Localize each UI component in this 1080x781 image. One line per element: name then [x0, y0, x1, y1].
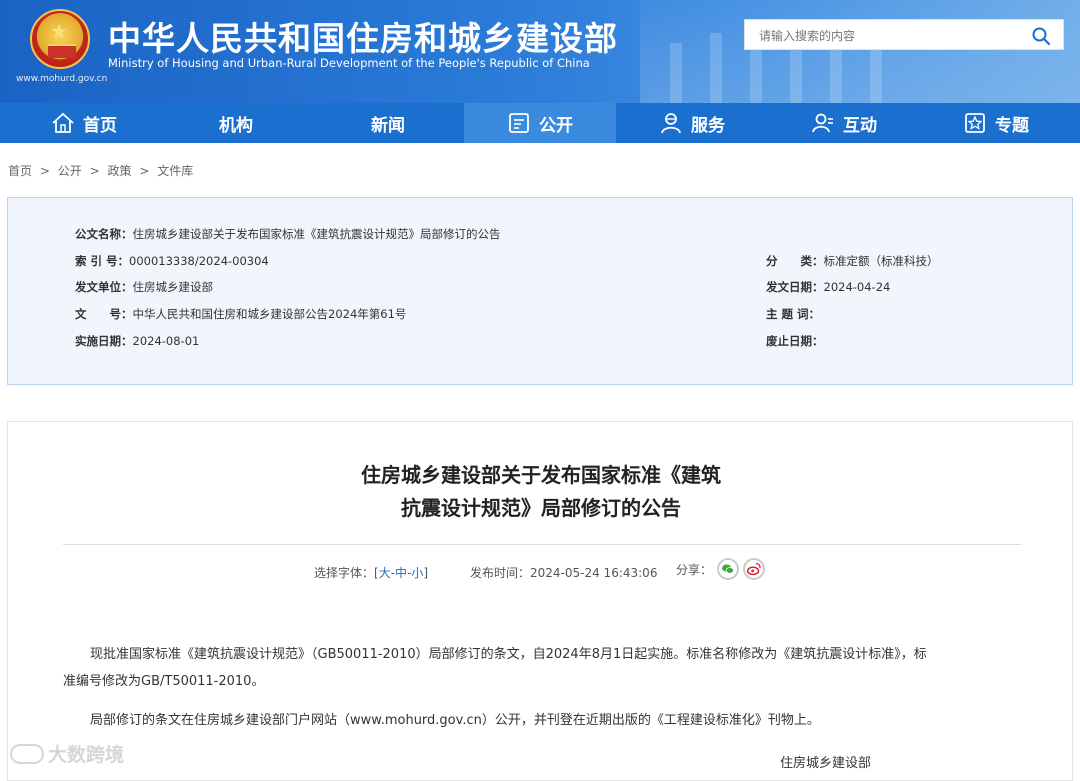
- service-icon: [661, 113, 681, 134]
- nav-item-institutions[interactable]: 机构: [160, 103, 312, 143]
- font-size-label: 选择字体：[: [314, 566, 379, 580]
- font-size-selector: 选择字体：[大-中-小]: [314, 564, 428, 581]
- wechat-share-icon[interactable]: [717, 558, 739, 580]
- info-label: 主 题 词：: [766, 307, 821, 321]
- info-issue-date: 发文日期：2024-04-24: [766, 279, 890, 295]
- watermark: 大数跨境: [10, 740, 124, 767]
- paragraph-line: 现批准国家标准《建筑抗震设计规范》（GB50011-2010）局部修订的条文，自…: [90, 647, 927, 662]
- nav-item-news[interactable]: 新闻: [312, 103, 464, 143]
- font-size-close: ]: [423, 566, 429, 580]
- nav-label: 互动: [843, 115, 877, 136]
- info-repeal-date: 废止日期：: [766, 333, 824, 349]
- publish-time: 发布时间：2024-05-24 16:43:06: [470, 566, 658, 580]
- article-paragraph-1-continued: 准编号修改为GB/T50011-2010。: [63, 668, 1023, 695]
- info-doc-name: 公文名称：住房城乡建设部关于发布国家标准《建筑抗震设计规范》局部修订的公告: [75, 226, 501, 242]
- nav-label: 专题: [995, 115, 1029, 136]
- home-icon: [52, 112, 74, 133]
- watermark-logo-icon: [10, 744, 44, 764]
- info-label: 实施日期：: [75, 334, 133, 348]
- breadcrumb-separator: >: [89, 164, 100, 178]
- user-icon: [812, 113, 833, 133]
- star-icon: [965, 113, 985, 133]
- info-value: 标准定额（标准科技）: [823, 254, 939, 268]
- national-emblem-logo[interactable]: ★: [30, 9, 90, 69]
- main-nav: 首页 机构 新闻 公开 服务 互动 专题: [0, 103, 1080, 143]
- site-url: www.mohurd.gov.cn: [16, 74, 108, 84]
- info-index: 索 引 号：000013338/2024-00304: [75, 253, 269, 269]
- header-background-building: [640, 0, 1080, 103]
- info-issuer: 发文单位：住房城乡建设部: [75, 279, 213, 295]
- document-info-box: 公文名称：住房城乡建设部关于发布国家标准《建筑抗震设计规范》局部修订的公告 索 …: [7, 197, 1073, 385]
- nav-item-topics[interactable]: 专题: [920, 103, 1072, 143]
- info-effective-date: 实施日期：2024-08-01: [75, 333, 199, 349]
- site-title[interactable]: 中华人民共和国住房和城乡建设部: [108, 12, 618, 60]
- font-size-small-link[interactable]: 小: [411, 566, 423, 580]
- search-input[interactable]: 请输入搜索的内容: [759, 27, 855, 44]
- nav-item-service[interactable]: 服务: [616, 103, 768, 143]
- info-doc-no: 文 号：中华人民共和国住房和城乡建设部公告2024年第61号: [75, 306, 406, 322]
- nav-label: 公开: [539, 115, 573, 136]
- article-paragraph-2: 局部修订的条文在住房城乡建设部门户网站（www.mohurd.gov.cn）公开…: [90, 713, 820, 728]
- document-icon: [509, 113, 529, 133]
- info-value: 2024-08-01: [132, 334, 200, 348]
- search-icon[interactable]: [1031, 26, 1051, 46]
- info-value: 住房城乡建设部关于发布国家标准《建筑抗震设计规范》局部修订的公告: [132, 227, 501, 241]
- info-label: 发文日期：: [766, 280, 824, 294]
- breadcrumb-policy[interactable]: 政策: [107, 164, 131, 178]
- info-label: 文 号：: [75, 307, 133, 321]
- info-label: 索 引 号：: [75, 254, 130, 268]
- weibo-share-icon[interactable]: [743, 558, 765, 580]
- nav-item-interaction[interactable]: 互动: [768, 103, 920, 143]
- paragraph-line: 准编号修改为GB/T50011-2010。: [63, 674, 265, 689]
- article-title-line1: 住房城乡建设部关于发布国家标准《建筑: [361, 463, 721, 487]
- breadcrumb-home[interactable]: 首页: [8, 164, 32, 178]
- info-label: 分 类：: [766, 254, 824, 268]
- nav-label: 新闻: [371, 115, 405, 136]
- article-title-line2: 抗震设计规范》局部修订的公告: [401, 496, 681, 520]
- breadcrumb-separator: >: [139, 164, 150, 178]
- info-label: 废止日期：: [766, 334, 824, 348]
- breadcrumb: 首页 > 公开 > 政策 > 文件库: [8, 162, 197, 179]
- nav-item-home[interactable]: 首页: [8, 103, 160, 143]
- info-value: 000013338/2024-00304: [129, 254, 269, 268]
- article-container: 住房城乡建设部关于发布国家标准《建筑 抗震设计规范》局部修订的公告 选择字体：[…: [7, 421, 1073, 781]
- info-value: 中华人民共和国住房和城乡建设部公告2024年第61号: [132, 307, 407, 321]
- site-subtitle: Ministry of Housing and Urban-Rural Deve…: [108, 56, 590, 70]
- nav-label: 首页: [83, 115, 117, 136]
- breadcrumb-separator: >: [39, 164, 50, 178]
- info-value: 住房城乡建设部: [132, 280, 214, 294]
- search-box[interactable]: 请输入搜索的内容: [744, 19, 1064, 50]
- info-keywords: 主 题 词：: [766, 306, 820, 322]
- info-category: 分 类：标准定额（标准科技）: [766, 253, 939, 269]
- share-label: 分享：: [676, 563, 713, 577]
- nav-item-public[interactable]: 公开: [464, 103, 616, 143]
- info-label: 公文名称：: [75, 227, 133, 241]
- breadcrumb-library[interactable]: 文件库: [157, 164, 193, 178]
- nav-label: 机构: [219, 115, 253, 136]
- nav-label: 服务: [691, 115, 725, 136]
- info-value: 2024-04-24: [823, 280, 891, 294]
- article-signer: 住房城乡建设部: [780, 756, 872, 771]
- watermark-text: 大数跨境: [48, 744, 125, 766]
- info-label: 发文单位：: [75, 280, 133, 294]
- breadcrumb-public[interactable]: 公开: [58, 164, 82, 178]
- font-size-large-link[interactable]: 大: [379, 566, 391, 580]
- font-size-medium-link[interactable]: 中: [395, 566, 407, 580]
- article-paragraph-1: 现批准国家标准《建筑抗震设计规范》（GB50011-2010）局部修订的条文，自…: [90, 641, 1030, 668]
- title-divider: [63, 544, 1021, 545]
- site-header: ★ www.mohurd.gov.cn 中华人民共和国住房和城乡建设部 Mini…: [0, 0, 1080, 103]
